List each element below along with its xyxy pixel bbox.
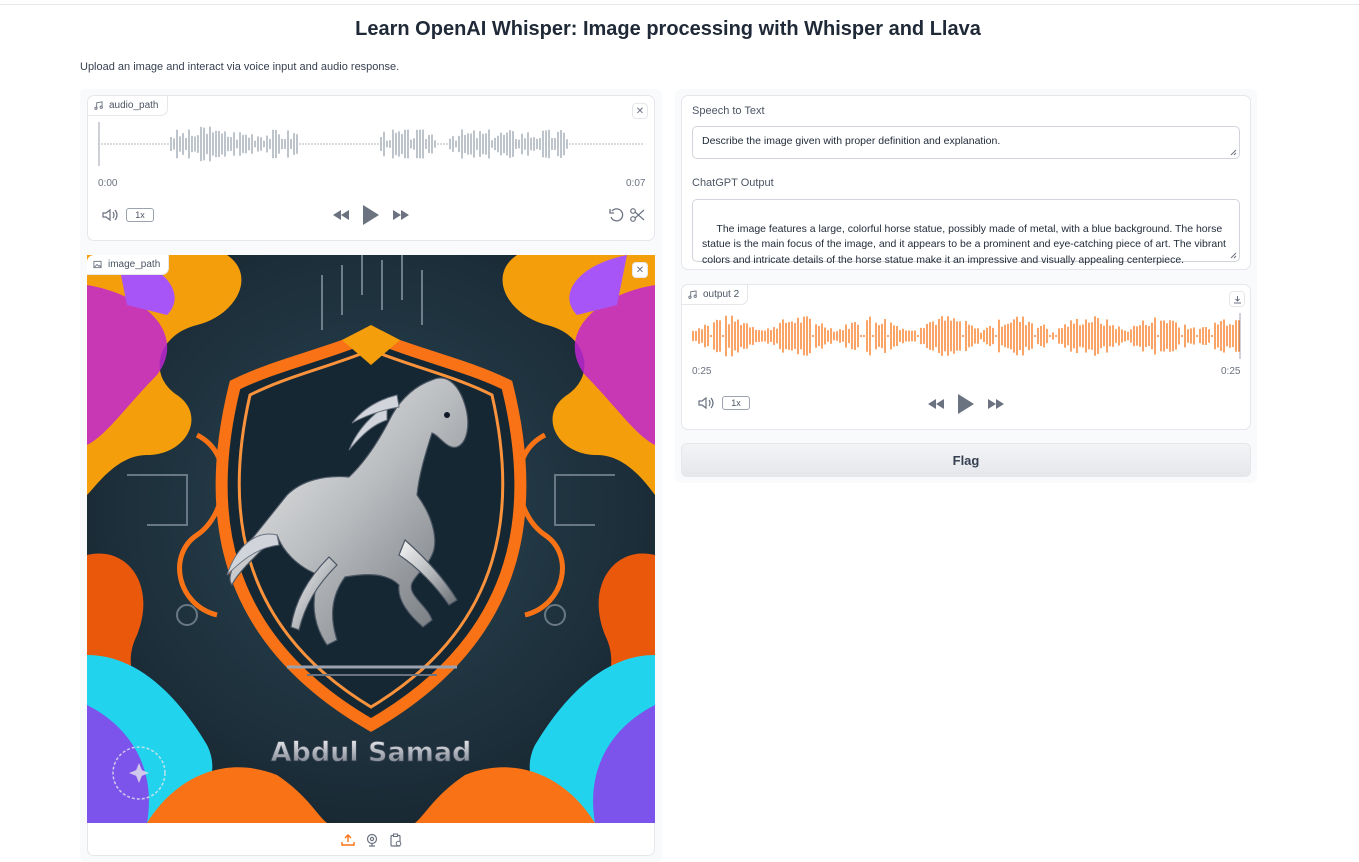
image-source-toolbar xyxy=(340,832,404,848)
music-note-icon xyxy=(688,290,697,299)
audio-output-waveform[interactable] xyxy=(692,313,1242,359)
upload-icon[interactable] xyxy=(340,832,356,848)
page-title: Learn OpenAI Whisper: Image processing w… xyxy=(355,18,981,40)
volume-icon[interactable] xyxy=(100,207,120,223)
download-audio-button[interactable] xyxy=(1229,291,1245,307)
chatgpt-output-field[interactable]: The image features a large, colorful hor… xyxy=(692,199,1240,266)
audio-output-label-tag: output 2 xyxy=(682,285,749,305)
volume-icon[interactable] xyxy=(696,395,716,411)
rewind-icon[interactable] xyxy=(926,395,946,413)
audio-input-waveform[interactable] xyxy=(98,122,644,166)
image-input-label: image_path xyxy=(108,259,161,270)
webcam-icon[interactable] xyxy=(364,832,380,848)
audio-output-panel: output 2 0:25 0:25 1x xyxy=(681,284,1251,430)
flag-button[interactable]: Flag xyxy=(681,443,1251,477)
play-icon[interactable] xyxy=(955,392,977,416)
audio-output-current-time: 0:25 xyxy=(692,366,712,377)
text-output-panel: Speech to Text Describe the image given … xyxy=(681,95,1251,270)
close-icon: ✕ xyxy=(635,105,645,117)
audio-input-panel: audio_path ✕ 0:00 0:07 1x xyxy=(87,95,655,241)
audio-output-duration: 0:25 xyxy=(1221,366,1241,377)
artwork-signature-text: Abdul Samad xyxy=(271,737,472,768)
top-divider xyxy=(0,4,1359,5)
play-icon[interactable] xyxy=(360,203,382,227)
clear-image-button[interactable]: ✕ xyxy=(632,262,648,278)
music-note-icon xyxy=(94,101,103,110)
fast-forward-icon[interactable] xyxy=(986,395,1006,413)
uploaded-image[interactable]: Abdul Samad xyxy=(87,255,655,823)
speech-to-text-value: Describe the image given with proper def… xyxy=(702,135,1001,147)
chatgpt-output-label: ChatGPT Output xyxy=(692,177,774,189)
audio-input-current-time: 0:00 xyxy=(98,178,118,189)
audio-input-label: audio_path xyxy=(109,100,159,111)
trim-scissors-icon[interactable] xyxy=(628,206,646,224)
page-description: Upload an image and interact via voice i… xyxy=(80,61,400,73)
undo-icon[interactable] xyxy=(607,206,625,224)
audio-input-label-tag: audio_path xyxy=(88,96,168,116)
clipboard-icon[interactable] xyxy=(388,832,404,848)
close-icon: ✕ xyxy=(635,264,645,276)
rewind-icon[interactable] xyxy=(331,206,351,224)
fast-forward-icon[interactable] xyxy=(391,206,411,224)
speech-to-text-label: Speech to Text xyxy=(692,105,765,117)
chatgpt-output-value: The image features a large, colorful hor… xyxy=(702,222,1229,266)
audio-output-label: output 2 xyxy=(703,289,740,300)
speech-to-text-field[interactable]: Describe the image given with proper def… xyxy=(692,126,1240,159)
audio-input-duration: 0:07 xyxy=(626,178,646,189)
playback-rate-button[interactable]: 1x xyxy=(126,208,154,222)
image-icon xyxy=(93,260,102,269)
clear-audio-button[interactable]: ✕ xyxy=(632,103,648,119)
download-icon xyxy=(1233,295,1241,303)
resize-handle-icon[interactable] xyxy=(1230,149,1237,156)
image-input-label-tag: image_path xyxy=(87,255,170,275)
resize-handle-icon[interactable] xyxy=(1230,252,1237,259)
playback-rate-button[interactable]: 1x xyxy=(722,396,750,410)
